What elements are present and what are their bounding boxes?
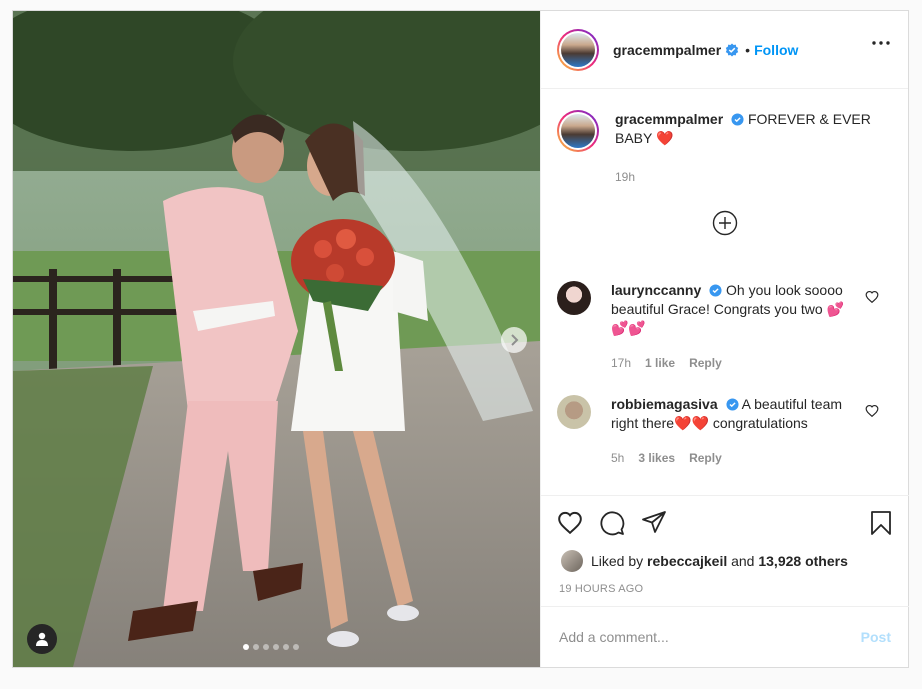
caption: gracemmpalmer FOREVER & EVER BABY ❤️ 19h [557, 110, 885, 187]
load-more-comments-button[interactable] [712, 210, 738, 241]
heart-icon[interactable] [865, 290, 879, 303]
heart-emojis: ❤️❤️ [674, 415, 709, 431]
comment-icon[interactable] [599, 510, 625, 536]
comment-likes[interactable]: 3 likes [638, 449, 675, 468]
carousel-indicator [243, 644, 299, 650]
post-header: gracemmpalmer • Follow [541, 11, 908, 89]
post-sidebar: gracemmpalmer • Follow gracemmpalmer FOR… [540, 11, 909, 667]
comment-item: robbiemagasiva A beautiful team right th… [557, 395, 856, 468]
likes-conjunction: and [731, 553, 755, 569]
heart-icon[interactable] [865, 404, 879, 417]
carousel-dot [253, 644, 259, 650]
comment-input[interactable] [559, 629, 839, 645]
verified-icon [709, 284, 722, 297]
comment-text-after: congratulations [712, 415, 808, 431]
add-circle-icon [712, 210, 738, 236]
carousel-dot [283, 644, 289, 650]
carousel-dot [263, 644, 269, 650]
post-photo[interactable] [13, 11, 540, 667]
liker-avatar[interactable] [561, 550, 583, 572]
post-actions: Liked by rebeccajkeil and 13,928 others … [541, 495, 909, 606]
verified-icon [725, 398, 739, 411]
caption-username[interactable]: gracemmpalmer [615, 111, 723, 127]
author-username[interactable]: gracemmpalmer [613, 42, 721, 58]
others-count[interactable]: 13,928 others [758, 553, 848, 569]
first-liker[interactable]: rebeccajkeil [647, 553, 727, 569]
follow-button[interactable]: Follow [754, 42, 798, 58]
carousel-dot [273, 644, 279, 650]
likes-summary: Liked by rebeccajkeil and 13,928 others [561, 550, 848, 572]
author-avatar[interactable] [557, 28, 599, 71]
liked-by-prefix: Liked by [591, 553, 644, 569]
commenter-username[interactable]: robbiemagasiva [611, 396, 718, 412]
wedding-photo [13, 11, 540, 667]
comments-section: gracemmpalmer FOREVER & EVER BABY ❤️ 19h [541, 90, 909, 495]
tagged-users-button[interactable] [27, 624, 57, 654]
heart-emoji: ❤️ [656, 130, 674, 146]
carousel-dot [293, 644, 299, 650]
add-comment-bar: Post [541, 606, 909, 667]
comment-item: laurynccanny Oh you look soooo beautiful… [557, 281, 856, 373]
next-slide-button[interactable] [501, 327, 527, 353]
commenter-avatar[interactable] [557, 281, 591, 315]
reply-button[interactable]: Reply [689, 449, 722, 468]
commenter-avatar[interactable] [557, 395, 591, 429]
share-icon[interactable] [641, 510, 667, 534]
caption-time: 19h [615, 170, 636, 184]
verified-icon [725, 43, 739, 56]
post-card: gracemmpalmer • Follow gracemmpalmer FOR… [12, 10, 909, 668]
chevron-right-icon [511, 334, 519, 346]
separator-dot: • [745, 41, 751, 58]
comment-time: 5h [611, 451, 625, 465]
post-timestamp[interactable]: 19 HOURS AGO [559, 583, 643, 595]
comment-likes[interactable]: 1 like [645, 354, 675, 373]
commenter-username[interactable]: laurynccanny [611, 282, 701, 298]
verified-icon [731, 113, 744, 126]
carousel-dot [243, 644, 249, 650]
save-icon[interactable] [869, 510, 893, 536]
caption-avatar[interactable] [557, 110, 599, 152]
comment-time: 17h [611, 356, 632, 370]
post-button[interactable]: Post [861, 629, 891, 645]
more-icon[interactable] [872, 41, 890, 45]
heart-icon[interactable] [557, 510, 583, 534]
user-tag-icon [36, 632, 48, 646]
reply-button[interactable]: Reply [689, 354, 722, 373]
